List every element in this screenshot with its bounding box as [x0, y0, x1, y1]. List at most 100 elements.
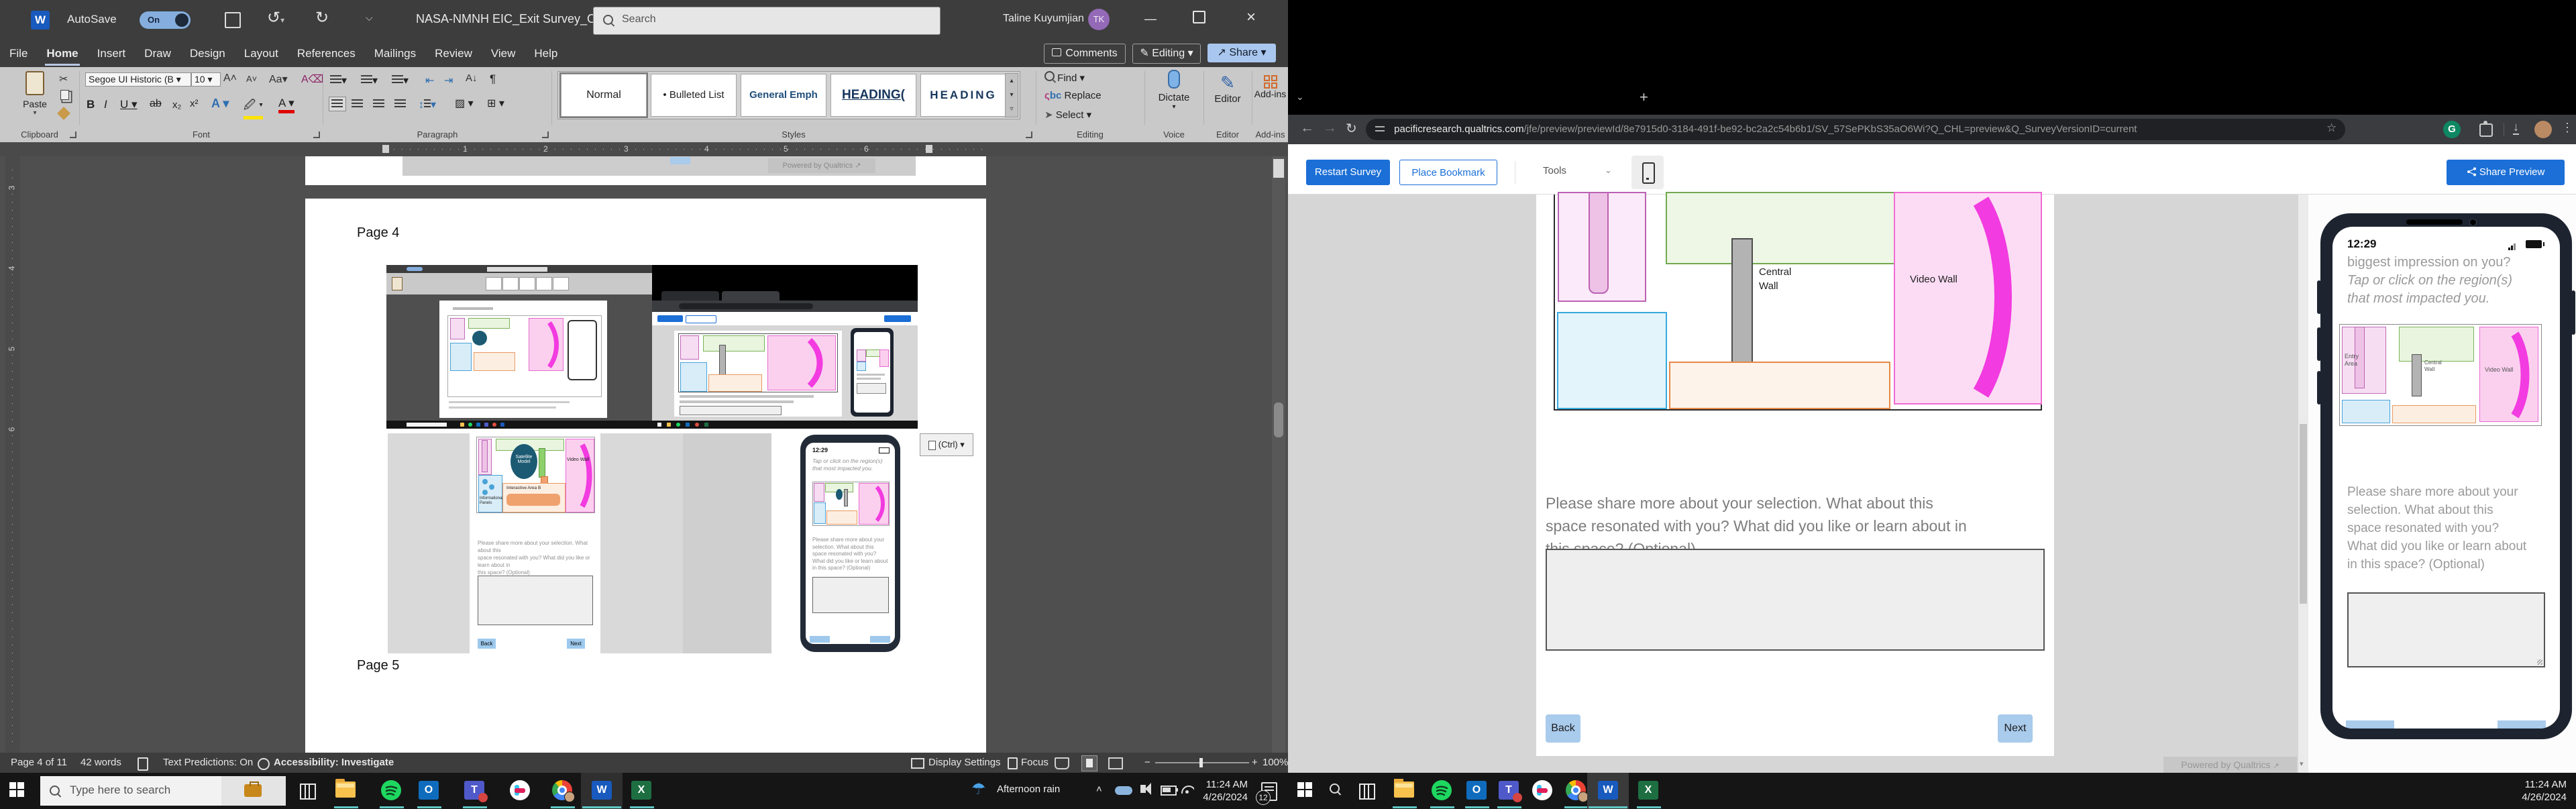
start-button[interactable] [9, 782, 24, 797]
phone-next-button[interactable] [2498, 720, 2546, 729]
tab-design[interactable]: Design [180, 40, 235, 67]
outlook-icon-right[interactable]: O [1466, 781, 1487, 800]
find-button[interactable]: Find ▾ [1044, 71, 1085, 84]
zoom-slider-knob[interactable] [1199, 758, 1203, 767]
line-spacing-icon[interactable]: ↕▾ [419, 98, 436, 111]
word-scrollbar-thumb[interactable] [1274, 402, 1283, 437]
change-case-icon[interactable]: Aa▾ [269, 72, 288, 86]
mobile-view-button[interactable] [1631, 156, 1664, 189]
justify-icon[interactable] [394, 99, 406, 111]
horizontal-ruler[interactable]: 1 2 3 4 5 6 [0, 142, 1288, 156]
clock-right[interactable]: 11:24 AM4/26/2024 [2506, 778, 2567, 804]
style-heading2[interactable]: HEADING [920, 74, 1006, 117]
tools-chevron-icon[interactable]: ⌄ [1605, 165, 1612, 176]
undo-icon[interactable]: ↺▾ [267, 8, 284, 28]
volume-icon[interactable] [1140, 785, 1146, 793]
taskbar-excel-icon[interactable]: X [631, 781, 651, 800]
editor-button[interactable]: ✎ Editor [1204, 72, 1251, 105]
tray-chevron-icon[interactable]: ˄ [1096, 784, 1102, 795]
font-name-select[interactable]: Segoe UI Historic (B ▾ [85, 72, 191, 87]
select-button[interactable]: ➤ Select ▾ [1044, 109, 1091, 121]
survey-back-button[interactable]: Back [1546, 714, 1580, 743]
shading-icon[interactable]: ▨ ▾ [455, 97, 474, 110]
restart-survey-button[interactable]: Restart Survey [1306, 160, 1390, 185]
survey-textarea[interactable] [1546, 549, 2045, 651]
font-color-button[interactable]: A ▾ [278, 97, 294, 113]
status-zoom[interactable]: 100% [1263, 753, 1288, 773]
survey-next-button[interactable]: Next [1998, 714, 2033, 743]
taskbar-clock[interactable]: 11:24 AM4/26/2024 [1199, 778, 1248, 804]
styles-dialog-launcher[interactable] [1026, 131, 1032, 138]
addins-button[interactable]: Add-ins [1252, 72, 1288, 99]
phone-textarea[interactable] [2347, 592, 2545, 667]
tab-insert[interactable]: Insert [88, 40, 136, 67]
floorplan-entry-pillar[interactable] [1589, 192, 1609, 294]
paste-options-button[interactable]: (Ctrl) ▾ [920, 433, 973, 456]
back-icon[interactable]: ← [1300, 120, 1314, 136]
phone-fp-central-wall[interactable] [2412, 354, 2422, 396]
style-normal[interactable]: Normal [561, 74, 647, 117]
taskbar-slack-icon[interactable] [510, 780, 530, 800]
task-view-icon[interactable] [300, 784, 316, 800]
word-search-box[interactable]: Search [593, 7, 941, 35]
taskbar-chrome-icon[interactable] [552, 780, 572, 800]
reload-icon[interactable]: ↻ [1346, 120, 1357, 137]
close-button[interactable]: × [1246, 8, 1256, 27]
weather-text[interactable]: Afternoon rain [997, 784, 1060, 795]
phone-floorplan[interactable]: Entry Area Central Wall Video Wall [2339, 324, 2542, 426]
site-info-icon[interactable] [1375, 126, 1385, 133]
status-display-settings[interactable]: Display Settings [928, 753, 1001, 773]
increase-indent-icon[interactable]: ⇥ [444, 74, 453, 87]
preview-scrollbar-down[interactable]: ▾ [2300, 759, 2304, 768]
word-scrollbar-top[interactable] [1273, 159, 1284, 178]
grow-font-icon[interactable]: A˄ [223, 72, 237, 85]
search-highlight-briefcase[interactable] [221, 776, 286, 806]
strikethrough-button[interactable]: ab [150, 98, 162, 110]
new-tab-button[interactable]: + [1640, 89, 1648, 106]
superscript-button[interactable]: x² [190, 98, 199, 109]
style-bulleted-list[interactable]: • Bulleted List [651, 74, 737, 117]
editing-mode-button[interactable]: ✎ Editing ▾ [1132, 44, 1201, 64]
format-painter-icon[interactable] [57, 107, 70, 120]
taskbar-outlook-icon[interactable]: O [419, 781, 439, 800]
extensions-puzzle-icon[interactable] [2479, 123, 2493, 137]
download-icon[interactable]: ↓ [2513, 120, 2519, 135]
kebab-menu-icon[interactable]: ⋮ [2561, 121, 2573, 135]
tab-mailings[interactable]: Mailings [365, 40, 425, 67]
tab-draw[interactable]: Draw [135, 40, 180, 67]
style-heading1[interactable]: HEADING( [830, 74, 916, 117]
teams-icon-right[interactable]: T [1499, 781, 1519, 800]
tab-review[interactable]: Review [425, 40, 482, 67]
tab-file[interactable]: File [0, 40, 37, 67]
share-button[interactable]: ↗ Share ▾ [1208, 44, 1276, 62]
status-accessibility[interactable]: Accessibility: Investigate [274, 753, 394, 773]
taskbar-explorer-icon[interactable] [335, 781, 356, 798]
floorplan-green-area[interactable] [1666, 192, 1919, 264]
proofing-icon[interactable] [138, 757, 148, 771]
vertical-ruler[interactable]: 3 4 5 6 [5, 156, 20, 753]
taskbar-search-box[interactable]: Type here to search [40, 776, 286, 806]
floorplan-orange-area[interactable] [1669, 362, 1890, 409]
bookmark-star-icon[interactable]: ☆ [2326, 121, 2337, 135]
onedrive-icon[interactable] [1115, 786, 1132, 795]
numbering-icon[interactable]: ▾ [361, 74, 378, 87]
floorplan-video-wall[interactable] [1894, 192, 2042, 404]
clear-format-icon[interactable]: A⌫ [301, 72, 323, 86]
titlebar-user-name[interactable]: Taline Kuyumjian [1003, 13, 1084, 25]
save-icon[interactable] [225, 12, 241, 28]
phone-back-button[interactable] [2346, 720, 2394, 729]
chrome-icon-right[interactable] [1566, 780, 1586, 800]
spotify-icon-right[interactable] [1432, 780, 1452, 800]
omnibox[interactable]: pacificresearch.qualtrics.com/jfe/previe… [1366, 119, 2345, 140]
explorer-icon-right[interactable] [1394, 781, 1414, 798]
doc-image-phone[interactable]: 12:29 Tap or click on the region(s) that… [800, 435, 900, 652]
tools-dropdown[interactable]: Tools [1543, 165, 1566, 176]
floorplan-image[interactable]: Central Wall Video Wall [1554, 195, 2042, 411]
styles-scroll[interactable]: ▴▾▿ [1005, 73, 1018, 117]
word-icon-right[interactable]: W [1598, 781, 1618, 800]
wifi-icon[interactable] [1181, 784, 1194, 794]
highlight-button[interactable]: 🖉 ▾ [244, 97, 263, 119]
align-right-icon[interactable] [373, 99, 384, 111]
powered-by-badge[interactable]: Powered by Qualtrics ↗ [2163, 757, 2297, 773]
font-dialog-launcher[interactable] [313, 131, 320, 138]
